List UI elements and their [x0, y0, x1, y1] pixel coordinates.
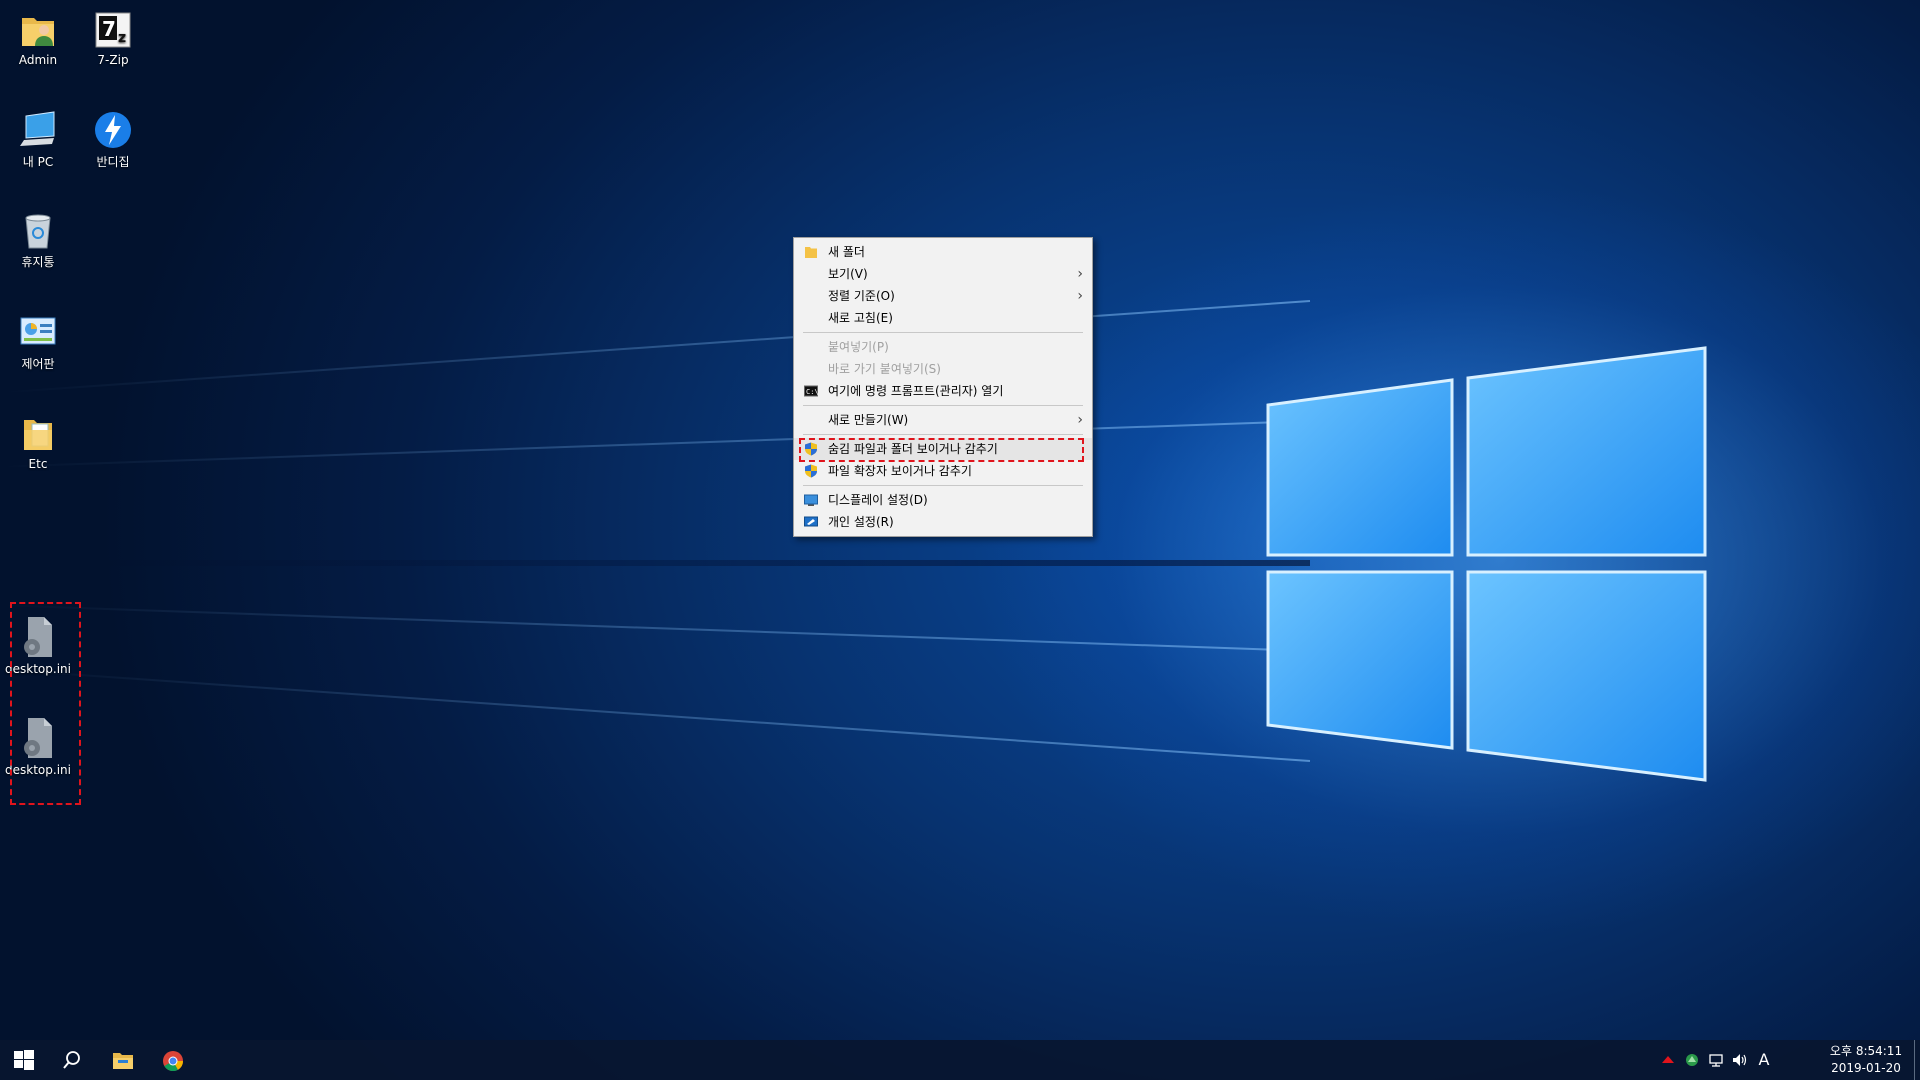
- highlight-box-hidden-files: [799, 438, 1084, 462]
- light-beam: [3, 668, 1311, 762]
- file-explorer-icon: [113, 1053, 133, 1069]
- menu-item-toggle-file-extensions[interactable]: 파일 확장자 보이거나 감추기: [794, 460, 1092, 482]
- desktop-icon-label: Etc: [28, 457, 48, 471]
- desktop-icon-label: 내 PC: [22, 155, 54, 169]
- desktop-icon-recycle-bin[interactable]: 휴지통: [0, 210, 76, 270]
- highlight-box-desktop-ini: [10, 602, 81, 805]
- file-explorer-button[interactable]: [98, 1040, 146, 1080]
- menu-item-personalize[interactable]: 개인 설정(R): [794, 511, 1092, 533]
- menu-item-refresh[interactable]: 새로 고침(E): [794, 307, 1092, 329]
- menu-item-new-folder[interactable]: 새 폴더: [794, 241, 1092, 263]
- clock-time: 오후 8:54:11: [1829, 1044, 1903, 1058]
- computer-icon: [20, 111, 55, 146]
- desktop-icon-label: 7-Zip: [97, 53, 129, 67]
- menu-item-paste-shortcut: 바로 가기 붙여넣기(S): [794, 358, 1092, 380]
- folder-icon: [805, 247, 817, 258]
- menu-item-label: 디스플레이 설정(D): [828, 493, 928, 507]
- desktop-icon-label: 반디집: [96, 155, 130, 169]
- ime-indicator[interactable]: A: [1756, 1050, 1772, 1069]
- menu-item-label: 여기에 명령 프롬프트(관리자) 열기: [828, 384, 1004, 398]
- menu-item-label: 정렬 기준(O): [828, 289, 895, 303]
- desktop-icon-7zip[interactable]: 7 z 7-Zip: [75, 10, 151, 67]
- desktop-background[interactable]: Admin 7 z 7-Zip 내 PC 반디집 휴지통 제어판 Etc des…: [0, 0, 1920, 1080]
- chevron-up-icon[interactable]: [1660, 1052, 1676, 1068]
- chrome-button[interactable]: [148, 1040, 196, 1080]
- menu-item-paste: 붙여넣기(P): [794, 336, 1092, 358]
- menu-separator: [803, 434, 1083, 435]
- windows-start-icon: [14, 1050, 34, 1070]
- desktop-icon-label: 제어판: [21, 357, 55, 371]
- seven-zip-icon: 7 z: [95, 12, 131, 48]
- clock-date: 2019-01-20: [1831, 1061, 1901, 1075]
- network-status-icon[interactable]: [1684, 1052, 1700, 1068]
- command-prompt-icon: C:\: [804, 385, 818, 397]
- menu-item-label: 붙여넣기(P): [828, 340, 889, 354]
- start-button[interactable]: [0, 1040, 48, 1080]
- desktop-icon-bandizip[interactable]: 반디집: [75, 110, 151, 170]
- menu-item-label: 새 폴더: [828, 245, 865, 259]
- control-panel-icon: [20, 317, 56, 345]
- desktop-icon-label: 휴지통: [21, 255, 55, 269]
- menu-item-label: 파일 확장자 보이거나 감추기: [828, 464, 972, 478]
- menu-item-open-cmd-admin[interactable]: C:\ 여기에 명령 프롬프트(관리자) 열기: [794, 380, 1092, 402]
- desktop-icon-admin[interactable]: Admin: [0, 10, 76, 67]
- svg-text:z: z: [118, 30, 126, 46]
- light-beam: [0, 420, 1311, 468]
- system-tray: A 오후 8:54:11 2019-01-20: [1660, 1040, 1920, 1080]
- menu-item-new[interactable]: 새로 만들기(W) ›: [794, 409, 1092, 431]
- menu-item-label: 보기(V): [828, 267, 868, 281]
- user-folder-icon: [22, 18, 54, 46]
- light-beam: [3, 300, 1311, 394]
- shield-icon: [805, 464, 817, 478]
- menu-separator: [803, 332, 1083, 333]
- show-desktop-button[interactable]: [1914, 1040, 1920, 1080]
- desktop-icon-my-pc[interactable]: 내 PC: [0, 110, 76, 170]
- menu-separator: [803, 485, 1083, 486]
- menu-item-label: 새로 만들기(W): [828, 413, 909, 427]
- personalize-icon: [804, 516, 818, 527]
- menu-separator: [803, 405, 1083, 406]
- menu-item-label: 바로 가기 붙여넣기(S): [828, 362, 941, 376]
- search-button[interactable]: [48, 1040, 96, 1080]
- menu-item-sort-by[interactable]: 정렬 기준(O) ›: [794, 285, 1092, 307]
- light-beam: [0, 560, 1310, 566]
- menu-item-view[interactable]: 보기(V) ›: [794, 263, 1092, 285]
- recycle-bin-icon: [25, 214, 51, 249]
- taskbar: A 오후 8:54:11 2019-01-20: [0, 1040, 1920, 1080]
- desktop-icon-etc[interactable]: Etc: [0, 414, 76, 471]
- context-menu: 새 폴더 보기(V) › 정렬 기준(O) › 새로 고침(E) 붙여넣기(P)…: [793, 237, 1093, 537]
- bandizip-icon: [95, 112, 131, 148]
- volume-icon[interactable]: [1732, 1052, 1748, 1068]
- desktop-icon-control-panel[interactable]: 제어판: [0, 312, 76, 372]
- display-icon: [804, 494, 818, 506]
- chevron-right-icon: ›: [1077, 288, 1083, 304]
- network-icon[interactable]: [1708, 1052, 1724, 1068]
- menu-item-label: 새로 고침(E): [828, 311, 893, 325]
- taskbar-clock[interactable]: 오후 8:54:11 2019-01-20: [1826, 1043, 1906, 1077]
- chrome-icon: [163, 1051, 184, 1072]
- svg-text:C:\: C:\: [806, 388, 818, 396]
- menu-item-display-settings[interactable]: 디스플레이 설정(D): [794, 489, 1092, 511]
- chevron-right-icon: ›: [1077, 412, 1083, 428]
- light-beam: [0, 604, 1311, 652]
- desktop-icon-label: Admin: [18, 53, 58, 67]
- windows-logo: [1266, 346, 1707, 782]
- svg-text:7: 7: [102, 17, 116, 41]
- search-icon: [63, 1051, 80, 1069]
- menu-item-label: 개인 설정(R): [828, 515, 894, 529]
- chevron-right-icon: ›: [1077, 266, 1083, 282]
- folder-icon: [24, 420, 52, 450]
